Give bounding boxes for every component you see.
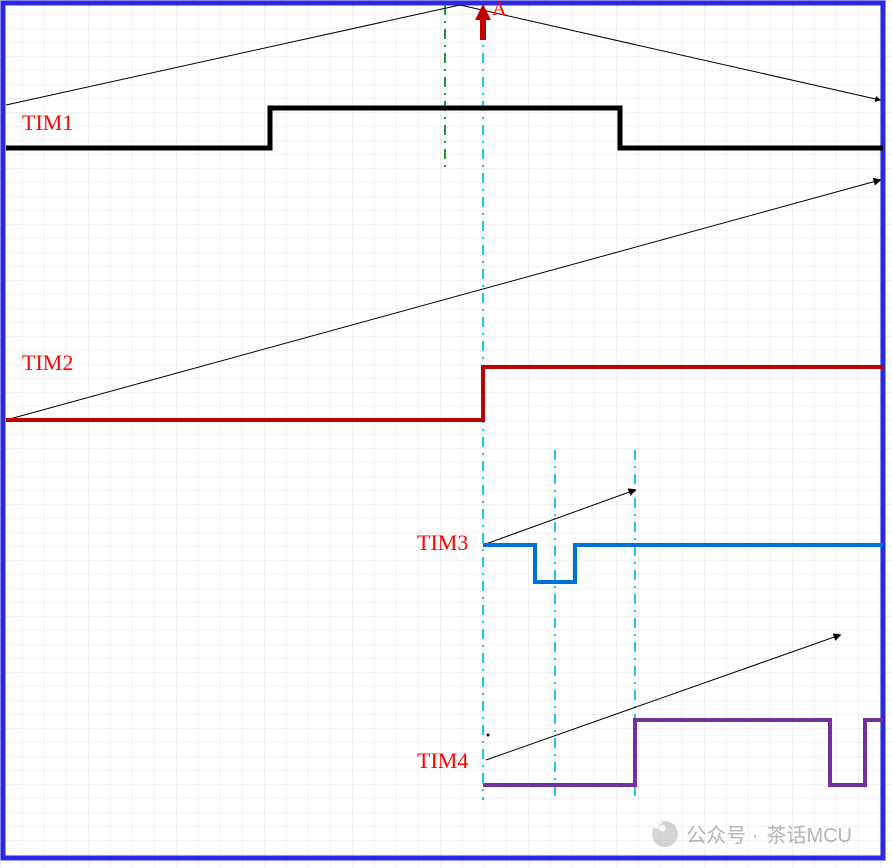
- label-tim2: TIM2: [22, 350, 73, 376]
- watermark-name: 茶话MCU: [766, 819, 852, 848]
- label-tim1: TIM1: [22, 110, 73, 136]
- wechat-icon: [652, 821, 678, 847]
- diagram-svg: [0, 0, 892, 868]
- watermark-prefix: 公众号 ·: [686, 819, 758, 848]
- watermark: 公众号 · 茶话MCU: [652, 819, 852, 848]
- annotation-a: A: [492, 0, 506, 21]
- label-tim3: TIM3: [417, 530, 468, 556]
- label-tim4: TIM4: [417, 748, 468, 774]
- tim4-tickdot: [487, 734, 490, 737]
- diagram-stage: A TIM1 TIM2 TIM3 TIM4 公众号 · 茶话MCU: [0, 0, 892, 868]
